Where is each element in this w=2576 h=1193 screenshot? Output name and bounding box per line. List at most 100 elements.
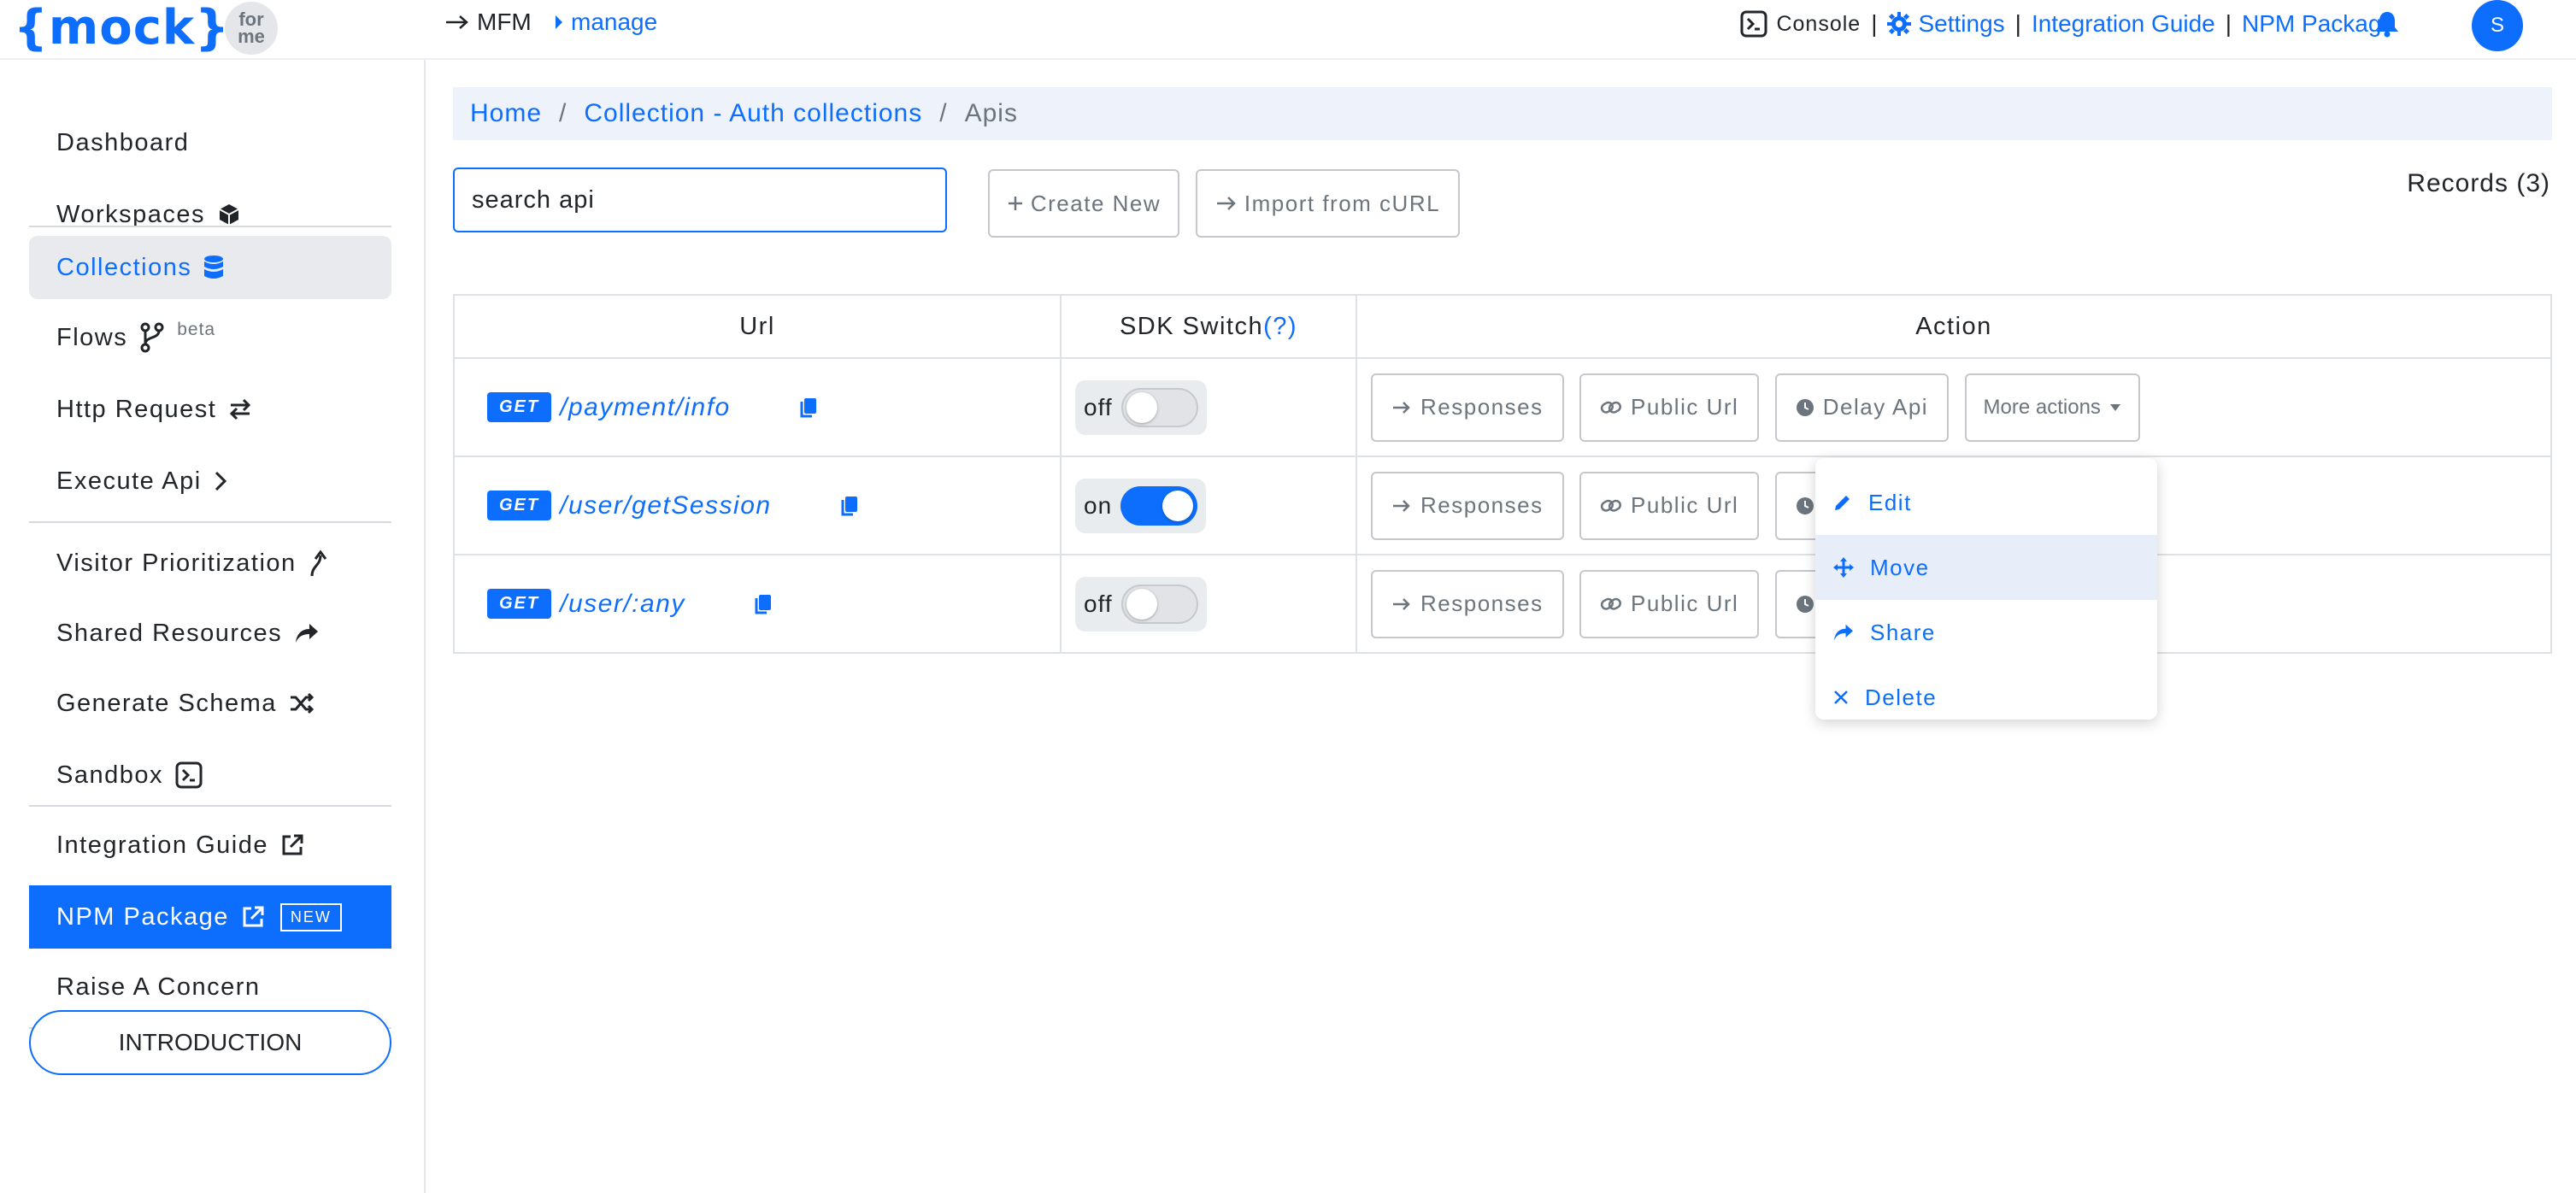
- column-header-sdk: SDK Switch(?): [1060, 294, 1357, 359]
- column-header-url: Url: [453, 294, 1062, 359]
- sdk-switch-label: off: [1084, 590, 1113, 617]
- toggle-switch[interactable]: [1120, 387, 1198, 427]
- sidebar-item-integration-guide[interactable]: Integration Guide: [29, 814, 391, 877]
- gear-icon: [1887, 12, 1912, 36]
- sidebar-item-visitor-prioritization[interactable]: Visitor Prioritization: [29, 532, 391, 595]
- sidebar-item-generate-schema[interactable]: Generate Schema: [29, 672, 391, 735]
- menu-item-edit[interactable]: Edit: [1815, 470, 2157, 535]
- arrow-right-icon: [1216, 197, 1236, 210]
- external-link-icon: [282, 834, 303, 855]
- terminal-icon: [175, 761, 203, 789]
- column-header-action: Action: [1356, 294, 2552, 359]
- arrows-exchange-icon: [230, 398, 251, 420]
- copy-icon[interactable]: [754, 593, 773, 615]
- logo-text: {mock}: [14, 0, 230, 56]
- top-crumb-manage[interactable]: manage: [554, 9, 657, 36]
- arrow-up-turn-icon: [310, 549, 326, 577]
- menu-item-delete[interactable]: Delete: [1815, 665, 2157, 730]
- method-badge: GET: [487, 589, 552, 619]
- logo-badge: for me: [225, 2, 278, 55]
- close-icon: [1834, 691, 1848, 704]
- toggle-switch[interactable]: [1120, 584, 1198, 624]
- caret-down-icon: [2109, 403, 2120, 411]
- top-links: Console | Settings | Integration Guide |…: [1740, 7, 2395, 41]
- arrow-right-icon: [1393, 499, 1410, 512]
- sdk-switch-label: on: [1084, 491, 1113, 519]
- sdk-switch[interactable]: off: [1075, 379, 1207, 435]
- responses-button[interactable]: Responses: [1371, 471, 1564, 540]
- sidebar-item-execute-api[interactable]: Execute Api: [29, 450, 391, 513]
- responses-button[interactable]: Responses: [1371, 569, 1564, 638]
- import-curl-button[interactable]: Import from cURL: [1196, 169, 1460, 238]
- sidebar-divider: [29, 226, 391, 227]
- bell-icon[interactable]: [2374, 10, 2400, 42]
- sidebar-divider: [29, 805, 391, 807]
- share-icon: [296, 624, 319, 643]
- terminal-icon: [1740, 10, 1767, 38]
- copy-icon[interactable]: [799, 397, 818, 419]
- move-icon: [1833, 557, 1854, 578]
- sdk-help-link[interactable]: (?): [1263, 313, 1297, 340]
- sidebar-divider: [29, 521, 391, 523]
- link-icon: [1600, 597, 1622, 610]
- sidebar-item-npm-package[interactable]: NPM Package NEW: [29, 885, 391, 949]
- new-badge: NEW: [279, 902, 342, 931]
- branch-icon: [140, 322, 164, 353]
- sidebar-item-sandbox[interactable]: Sandbox: [29, 743, 391, 807]
- copy-icon[interactable]: [840, 495, 859, 517]
- plus-icon: [1008, 197, 1022, 210]
- external-link-icon: [243, 906, 264, 927]
- method-badge: GET: [487, 392, 552, 422]
- clock-icon: [1796, 595, 1814, 613]
- sidebar: Dashboard Workspaces Collections Flows b…: [0, 60, 426, 1193]
- link-icon: [1600, 401, 1622, 414]
- more-actions-menu: Edit Move Share Delete: [1815, 458, 2157, 720]
- shuffle-icon: [290, 692, 314, 714]
- table-row: GET /user/getSession on Responses Public…: [453, 455, 2552, 555]
- sidebar-item-collections[interactable]: Collections: [29, 236, 391, 299]
- public-url-button[interactable]: Public Url: [1579, 569, 1760, 638]
- clock-icon: [1796, 497, 1814, 514]
- api-url-link[interactable]: /payment/info: [560, 393, 731, 422]
- sidebar-item-http-request[interactable]: Http Request: [29, 378, 391, 441]
- sdk-switch[interactable]: off: [1075, 576, 1207, 632]
- pencil-icon: [1835, 496, 1850, 510]
- breadcrumb-home[interactable]: Home: [470, 99, 542, 128]
- npm-package-link[interactable]: NPM Package: [2242, 10, 2395, 38]
- menu-item-share[interactable]: Share: [1815, 600, 2157, 665]
- create-new-button[interactable]: Create New: [988, 169, 1179, 238]
- chevron-right-icon: [215, 471, 226, 491]
- app-logo[interactable]: {mock} for me: [14, 2, 278, 55]
- menu-item-move[interactable]: Move: [1815, 535, 2157, 600]
- responses-button[interactable]: Responses: [1371, 373, 1564, 442]
- integration-guide-link[interactable]: Integration Guide: [2032, 10, 2215, 38]
- api-url-link[interactable]: /user/:any: [560, 590, 685, 619]
- method-badge: GET: [487, 491, 552, 520]
- sidebar-item-shared-resources[interactable]: Shared Resources: [29, 602, 391, 665]
- table-row: GET /payment/info off Responses Public U…: [453, 357, 2552, 457]
- api-table: Url SDK Switch(?) Action GET /payment/in…: [453, 294, 2552, 654]
- more-actions-button[interactable]: More actions: [1964, 373, 2140, 442]
- breadcrumb: Home / Collection - Auth collections / A…: [453, 87, 2552, 140]
- sdk-switch[interactable]: on: [1075, 478, 1207, 533]
- toggle-switch[interactable]: [1120, 485, 1198, 526]
- breadcrumb-collection[interactable]: Collection - Auth collections: [584, 99, 922, 128]
- sidebar-item-dashboard[interactable]: Dashboard: [29, 111, 391, 174]
- link-icon: [1600, 499, 1622, 512]
- console-link[interactable]: Console: [1740, 10, 1861, 38]
- user-avatar[interactable]: S: [2472, 0, 2523, 51]
- delay-api-button[interactable]: Delay Api: [1774, 373, 1950, 442]
- search-input[interactable]: [453, 167, 947, 232]
- arrow-right-icon: [1393, 401, 1410, 414]
- public-url-button[interactable]: Public Url: [1579, 471, 1760, 540]
- api-url-link[interactable]: /user/getSession: [560, 491, 771, 520]
- sidebar-item-raise-a-concern[interactable]: Raise A Concern: [29, 955, 391, 1019]
- clock-icon: [1796, 398, 1814, 416]
- sidebar-item-flows[interactable]: Flows beta: [29, 306, 391, 369]
- settings-link[interactable]: Settings: [1887, 10, 2005, 38]
- arrow-right-icon: [446, 15, 468, 29]
- public-url-button[interactable]: Public Url: [1579, 373, 1760, 442]
- beta-badge: beta: [177, 320, 216, 339]
- introduction-button[interactable]: INTRODUCTION: [29, 1010, 391, 1075]
- top-crumb-mfm[interactable]: MFM: [444, 9, 532, 36]
